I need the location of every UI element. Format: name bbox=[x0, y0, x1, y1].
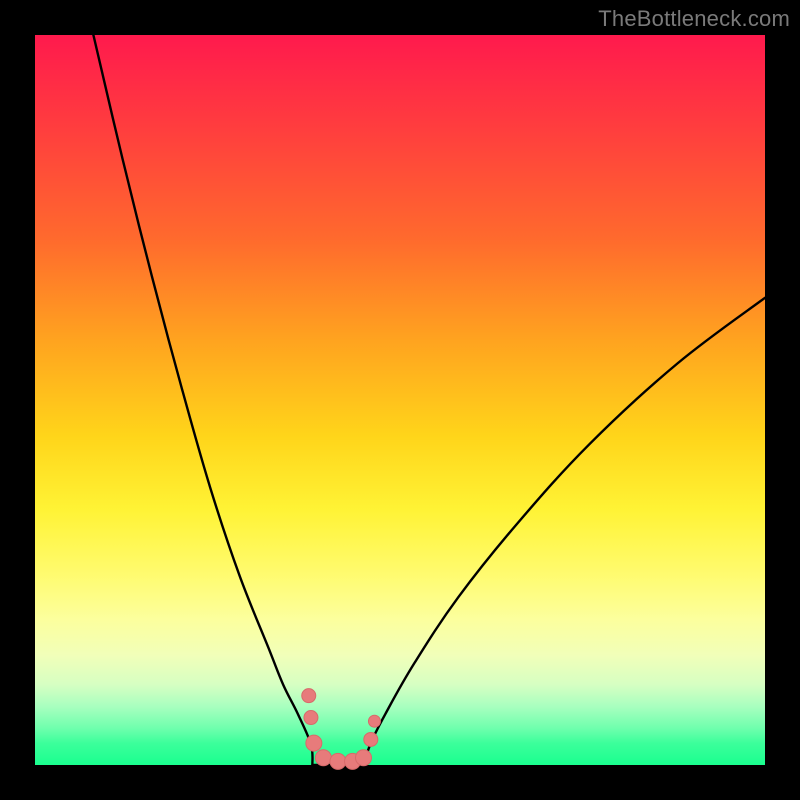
marker-dot bbox=[364, 732, 378, 746]
marker-dot bbox=[356, 750, 372, 766]
watermark-label: TheBottleneck.com bbox=[598, 6, 790, 32]
marker-dot bbox=[315, 750, 331, 766]
plot-area bbox=[35, 35, 765, 765]
chart-frame: TheBottleneck.com bbox=[0, 0, 800, 800]
marker-dot bbox=[368, 715, 380, 727]
right-curve bbox=[364, 298, 766, 765]
marker-dot bbox=[306, 735, 322, 751]
marker-dot bbox=[330, 753, 346, 769]
marker-dot bbox=[304, 711, 318, 725]
chart-svg bbox=[35, 35, 765, 765]
left-curve bbox=[93, 35, 312, 765]
marker-dot bbox=[302, 689, 316, 703]
